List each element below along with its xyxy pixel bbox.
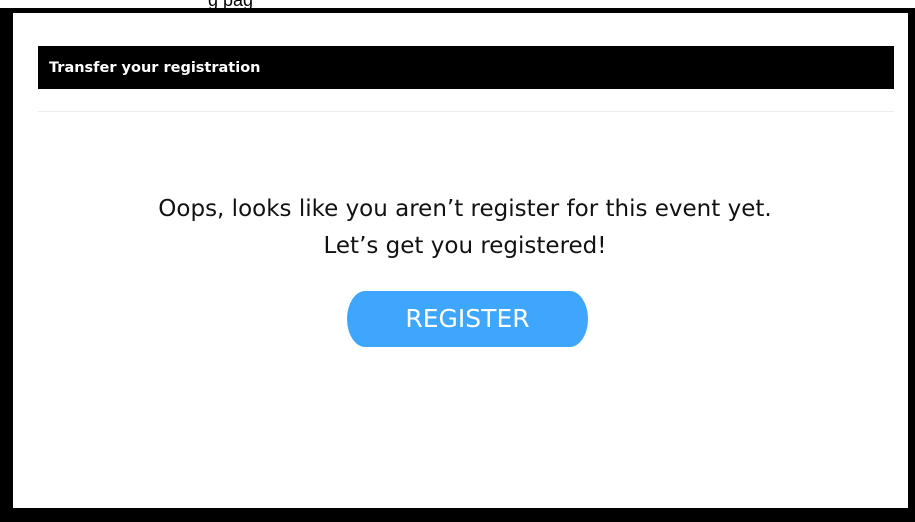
message-line-1: Oops, looks like you aren’t register for… (158, 196, 772, 222)
dialog-header: Transfer your registration (38, 46, 894, 89)
message-line-2: Let’s get you registered! (323, 233, 607, 259)
header-divider (38, 111, 894, 112)
page-caption-fragment: g pag (208, 0, 254, 10)
register-button[interactable]: REGISTER (347, 291, 588, 347)
dialog-title: Transfer your registration (49, 60, 261, 76)
not-registered-message: Oops, looks like you aren’t register for… (30, 191, 900, 265)
